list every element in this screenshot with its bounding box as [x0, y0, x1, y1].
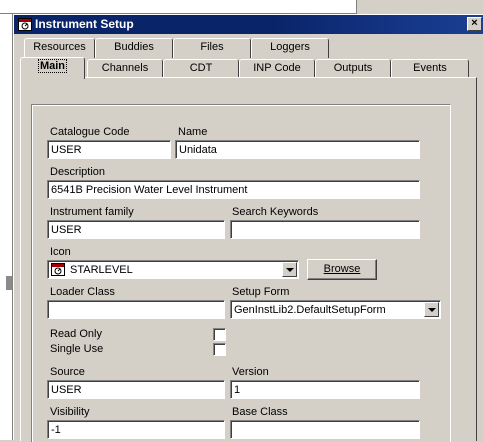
- icon-label: Icon: [50, 246, 71, 258]
- icon-select[interactable]: STARLEVEL: [47, 260, 299, 279]
- instrument-details-group: Catalogue Code USER Name Unidata Descrip…: [31, 104, 451, 442]
- loader-class-input[interactable]: [47, 300, 225, 319]
- tab-events[interactable]: Events: [391, 59, 469, 79]
- single-use-checkbox[interactable]: [213, 343, 226, 356]
- read-only-label: Read Only: [50, 328, 102, 340]
- catalogue-code-label: Catalogue Code: [50, 126, 130, 138]
- description-label: Description: [50, 166, 106, 178]
- loader-class-label: Loader Class: [50, 286, 115, 298]
- description-input[interactable]: 6541B Precision Water Level Instrument: [47, 180, 420, 199]
- tab-buddies-label: Buddies: [114, 41, 154, 53]
- setup-form-dropdown-chevron-icon[interactable]: [424, 302, 439, 317]
- background-marker: [6, 276, 12, 290]
- setup-form-label: Setup Form: [232, 286, 290, 298]
- tab-loggers-label: Loggers: [270, 41, 310, 53]
- tab-outputs[interactable]: Outputs: [315, 59, 391, 79]
- browse-button-label: Browse: [323, 263, 361, 275]
- setup-form-select-value: GenInstLib2.DefaultSetupForm: [234, 304, 386, 316]
- single-use-label: Single Use: [50, 343, 104, 355]
- instrument-family-input[interactable]: USER: [47, 220, 225, 239]
- tab-channels-label: Channels: [101, 62, 149, 74]
- name-label: Name: [178, 126, 208, 138]
- instrument-setup-window: Instrument Setup × Resources Buddies Fil…: [13, 14, 483, 442]
- version-input[interactable]: 1: [230, 380, 420, 399]
- icon-select-value: STARLEVEL: [70, 264, 133, 276]
- search-keywords-label: Search Keywords: [232, 206, 319, 218]
- visibility-input[interactable]: -1: [47, 420, 225, 439]
- tab-buddies[interactable]: Buddies: [95, 38, 173, 58]
- close-icon: ×: [471, 17, 478, 29]
- tab-main-label: Main: [37, 59, 68, 73]
- browse-button[interactable]: Browse: [307, 259, 377, 280]
- base-class-label: Base Class: [232, 406, 288, 418]
- tab-files-label: Files: [200, 41, 224, 53]
- instrument-app-icon: [18, 18, 32, 31]
- title-bar[interactable]: Instrument Setup ×: [14, 15, 483, 34]
- visibility-label: Visibility: [50, 406, 90, 418]
- search-keywords-input[interactable]: [230, 220, 420, 239]
- tab-resources-label: Resources: [33, 41, 86, 53]
- source-label: Source: [50, 366, 85, 378]
- version-label: Version: [232, 366, 269, 378]
- tab-inp-code-label: INP Code: [253, 62, 301, 74]
- base-class-input[interactable]: [230, 420, 420, 439]
- source-input[interactable]: USER: [47, 380, 225, 399]
- tab-cdt[interactable]: CDT: [163, 59, 239, 79]
- tab-channels[interactable]: Channels: [87, 59, 163, 79]
- read-only-checkbox[interactable]: [213, 328, 226, 341]
- tab-outputs-label: Outputs: [333, 62, 373, 74]
- tab-resources[interactable]: Resources: [24, 38, 95, 58]
- window-title: Instrument Setup: [35, 17, 134, 31]
- tab-main[interactable]: Main: [20, 57, 85, 79]
- tab-loggers[interactable]: Loggers: [251, 38, 329, 58]
- name-input[interactable]: Unidata: [175, 140, 420, 159]
- background-window-strip: [0, 0, 483, 14]
- background-pane: [356, 0, 483, 14]
- tab-inp-code[interactable]: INP Code: [239, 59, 315, 79]
- setup-form-select[interactable]: GenInstLib2.DefaultSetupForm: [230, 300, 441, 319]
- tab-cdt-label: CDT: [189, 62, 213, 74]
- icon-dropdown-chevron-icon[interactable]: [282, 262, 297, 277]
- main-tab-panel: Catalogue Code USER Name Unidata Descrip…: [20, 77, 477, 442]
- instrument-family-label: Instrument family: [50, 206, 134, 218]
- starlevel-icon: [51, 263, 65, 276]
- tab-files[interactable]: Files: [173, 38, 251, 58]
- tab-events-label: Events: [413, 62, 447, 74]
- catalogue-code-input[interactable]: USER: [47, 140, 171, 159]
- background-left-edge: [0, 14, 13, 440]
- close-button[interactable]: ×: [467, 17, 482, 31]
